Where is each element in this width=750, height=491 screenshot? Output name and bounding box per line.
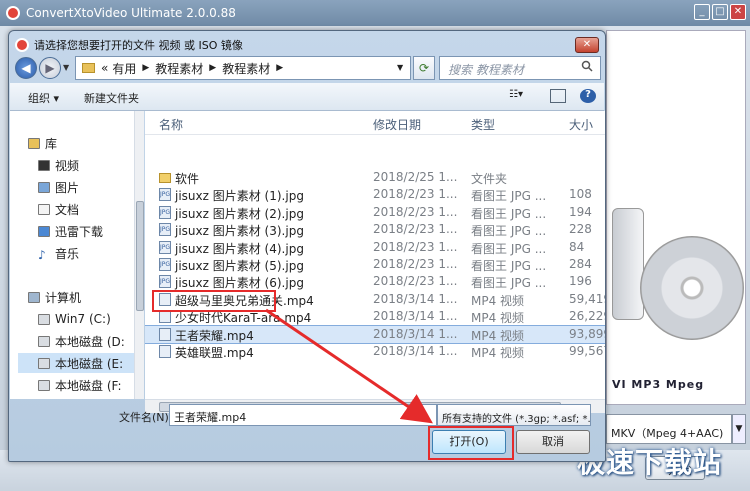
annotation-arrow [265,308,433,424]
